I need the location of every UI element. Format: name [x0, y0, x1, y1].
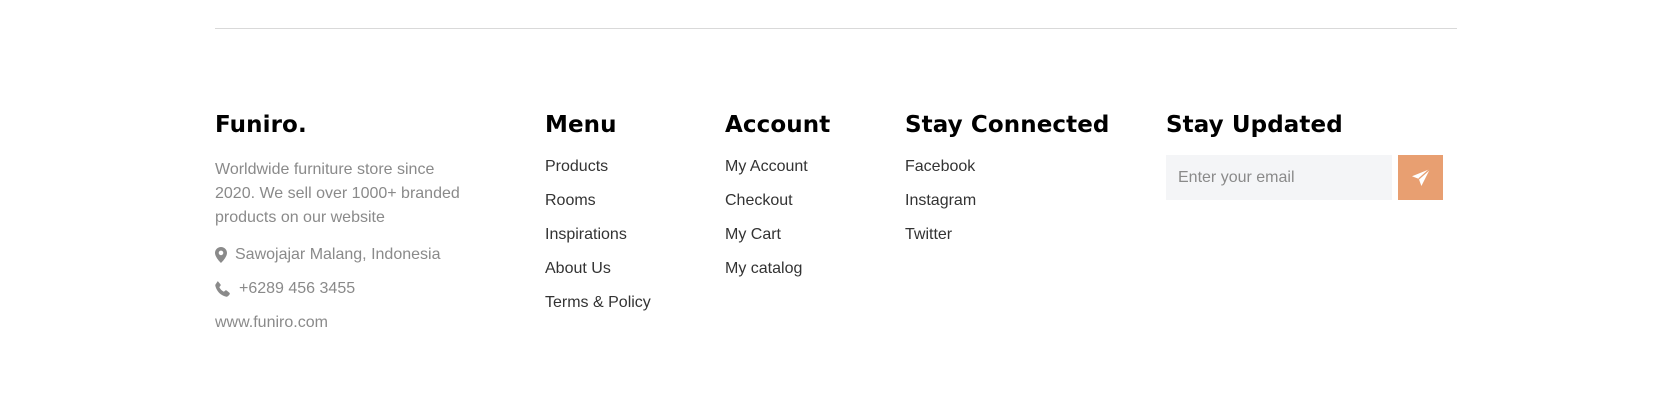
menu-links: Products Rooms Inspirations About Us Ter… [545, 157, 695, 327]
account-link-my-account[interactable]: My Account [725, 157, 875, 191]
address-row: Sawojajar Malang, Indonesia [215, 246, 485, 264]
phone-row: +6289 456 3455 [215, 280, 485, 298]
account-heading: Account [725, 112, 831, 138]
account-link-my-cart[interactable]: My Cart [725, 225, 875, 259]
footer-divider [215, 28, 1457, 29]
website-row[interactable]: www.funiro.com [215, 314, 485, 332]
phone-icon [215, 281, 231, 297]
subscribe-send-button[interactable] [1398, 155, 1443, 200]
menu-link-inspirations[interactable]: Inspirations [545, 225, 695, 259]
account-link-my-catalog[interactable]: My catalog [725, 259, 875, 293]
social-link-instagram[interactable]: Instagram [905, 191, 1125, 225]
social-link-twitter[interactable]: Twitter [905, 225, 1125, 259]
subscribe-form [1166, 155, 1458, 200]
menu-link-terms-policy[interactable]: Terms & Policy [545, 293, 695, 327]
account-link-checkout[interactable]: Checkout [725, 191, 875, 225]
menu-link-rooms[interactable]: Rooms [545, 191, 695, 225]
updated-heading: Stay Updated [1166, 112, 1343, 138]
account-column: Account My Account Checkout My Cart My c… [725, 110, 875, 293]
paper-plane-icon [1411, 168, 1431, 188]
email-input[interactable] [1166, 155, 1392, 200]
brand-column: Funiro. Worldwide furniture store since … [215, 110, 485, 332]
connected-heading: Stay Connected [905, 112, 1110, 138]
phone-text: +6289 456 3455 [239, 280, 356, 297]
brand-name: Funiro. [215, 112, 307, 138]
connected-column: Stay Connected Facebook Instagram Twitte… [905, 110, 1125, 259]
menu-link-about-us[interactable]: About Us [545, 259, 695, 293]
brand-description: Worldwide furniture store since 2020. We… [215, 161, 460, 226]
website-link[interactable]: www.funiro.com [215, 314, 328, 332]
updated-column: Stay Updated [1166, 110, 1458, 200]
social-links: Facebook Instagram Twitter [905, 157, 1125, 259]
social-link-facebook[interactable]: Facebook [905, 157, 1125, 191]
menu-link-products[interactable]: Products [545, 157, 695, 191]
address-text: Sawojajar Malang, Indonesia [235, 246, 441, 263]
menu-heading: Menu [545, 112, 617, 138]
map-pin-icon [215, 247, 227, 263]
menu-column: Menu Products Rooms Inspirations About U… [545, 110, 695, 327]
account-links: My Account Checkout My Cart My catalog [725, 157, 875, 293]
